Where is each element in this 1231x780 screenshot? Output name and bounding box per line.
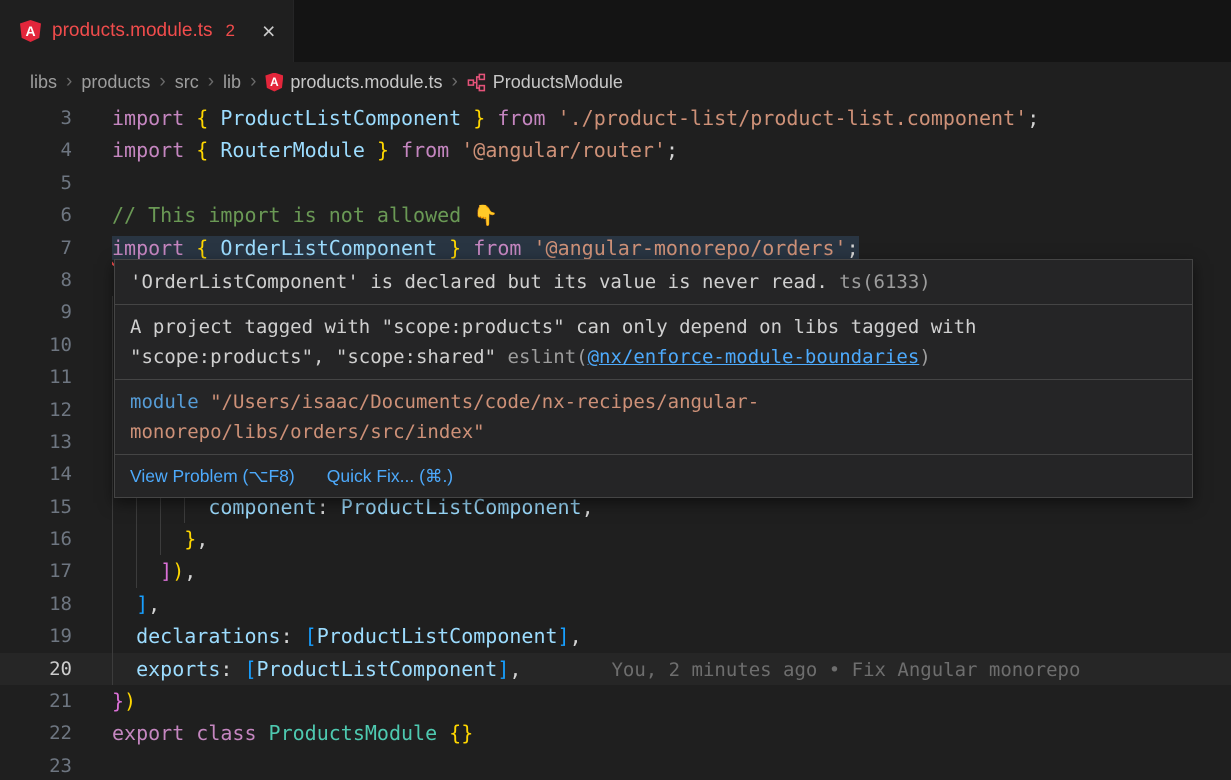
code-text[interactable]: exports: [ProductListComponent],You, 2 m…	[72, 653, 1231, 685]
breadcrumb-separator: ›	[66, 71, 72, 93]
angular-icon: A	[20, 20, 41, 42]
line-number: 15	[0, 491, 72, 523]
tab-products-module[interactable]: A products.module.ts 2 ×	[0, 0, 294, 62]
line-number: 6	[0, 199, 72, 231]
editor[interactable]: 3import { ProductListComponent } from '.…	[0, 102, 1231, 780]
indent-guide	[112, 523, 136, 555]
line-number: 5	[0, 167, 72, 199]
code-line[interactable]: 5	[0, 167, 1231, 199]
line-number: 17	[0, 555, 72, 587]
breadcrumb-item-productsmodule[interactable]: ProductsModule	[467, 72, 623, 93]
line-number: 9	[0, 296, 72, 328]
code-line[interactable]: 6// This import is not allowed 👇	[0, 199, 1231, 231]
line-number: 11	[0, 361, 72, 393]
line-number: 18	[0, 588, 72, 620]
breadcrumb-label: libs	[30, 72, 57, 93]
breadcrumb-label: products.module.ts	[290, 72, 442, 93]
tab-title: products.module.ts	[52, 20, 213, 42]
breadcrumb-label: products	[81, 72, 150, 93]
code-line[interactable]: 20exports: [ProductListComponent],You, 2…	[0, 653, 1231, 685]
eslint-rule-link[interactable]: @nx/enforce-module-boundaries	[588, 346, 920, 368]
code-text[interactable]: import { RouterModule } from '@angular/r…	[72, 134, 1231, 166]
eslint-error-message: A project tagged with "scope:products" c…	[115, 305, 1192, 380]
code-line[interactable]: 22export class ProductsModule {}	[0, 717, 1231, 749]
hover-actions: View Problem (⌥F8) Quick Fix... (⌘.)	[115, 455, 1192, 497]
code-text[interactable]: })	[72, 685, 1231, 717]
line-number: 23	[0, 750, 72, 780]
angular-icon: A	[265, 73, 283, 92]
breadcrumb: libs › products › src › lib › Aproducts.module.t…	[0, 62, 1231, 102]
line-number: 16	[0, 523, 72, 555]
ts-error-code: ts(6133)	[839, 271, 931, 293]
git-blame-annotation: You, 2 minutes ago • Fix Angular monorep…	[611, 659, 1080, 681]
module-symbol-icon	[467, 73, 486, 92]
code-text[interactable]: export class ProductsModule {}	[72, 717, 1231, 749]
line-number: 21	[0, 685, 72, 717]
breadcrumb-label: lib	[223, 72, 241, 93]
breadcrumb-label: src	[175, 72, 199, 93]
vscode-window: A products.module.ts 2 × libs › products › s…	[0, 0, 1231, 780]
code-text[interactable]: import { ProductListComponent } from './…	[72, 102, 1231, 134]
line-number: 13	[0, 426, 72, 458]
line-number: 4	[0, 134, 72, 166]
line-number: 22	[0, 717, 72, 749]
indent-guide	[112, 620, 136, 652]
ts-error-message: 'OrderListComponent' is declared but its…	[115, 260, 1192, 305]
code-text[interactable]	[72, 167, 1231, 199]
line-number: 14	[0, 458, 72, 490]
code-line[interactable]: 23	[0, 750, 1231, 780]
breadcrumb-separator: ›	[208, 71, 214, 93]
code-line[interactable]: 16},	[0, 523, 1231, 555]
tab-problem-count-badge: 2	[226, 21, 235, 41]
breadcrumb-item-lib[interactable]: lib	[223, 72, 241, 93]
breadcrumb-separator: ›	[250, 71, 256, 93]
indent-guide	[136, 523, 160, 555]
code-text[interactable]: },	[72, 523, 1231, 555]
breadcrumb-item-libs[interactable]: libs	[30, 72, 57, 93]
line-number: 10	[0, 329, 72, 361]
code-line[interactable]: 19declarations: [ProductListComponent],	[0, 620, 1231, 652]
indent-guide	[160, 523, 184, 555]
indent-guide	[112, 555, 136, 587]
hover-popup: 'OrderListComponent' is declared but its…	[114, 259, 1193, 498]
breadcrumb-separator: ›	[451, 71, 457, 93]
indent-guide	[112, 653, 136, 685]
code-line[interactable]: 3import { ProductListComponent } from '.…	[0, 102, 1231, 134]
line-number: 12	[0, 394, 72, 426]
error-underlined-code[interactable]: import { OrderListComponent } from '@ang…	[112, 236, 859, 260]
view-problem-action[interactable]: View Problem (⌥F8)	[130, 462, 295, 490]
close-icon[interactable]: ×	[262, 20, 275, 43]
module-path-info: module "/Users/isaac/Documents/code/nx-r…	[115, 380, 1192, 455]
code-text[interactable]: declarations: [ProductListComponent],	[72, 620, 1231, 652]
indent-guide	[112, 588, 136, 620]
breadcrumb-separator: ›	[159, 71, 165, 93]
line-number: 8	[0, 264, 72, 296]
breadcrumb-item-products-module-ts[interactable]: Aproducts.module.ts	[265, 72, 442, 93]
breadcrumb-item-products[interactable]: products	[81, 72, 150, 93]
line-number: 3	[0, 102, 72, 134]
quick-fix-action[interactable]: Quick Fix... (⌘.)	[327, 462, 453, 490]
line-number: 19	[0, 620, 72, 652]
code-text[interactable]: // This import is not allowed 👇	[72, 199, 1231, 231]
breadcrumb-label: ProductsModule	[493, 72, 623, 93]
code-text[interactable]: ],	[72, 588, 1231, 620]
line-number: 20	[0, 653, 72, 685]
code-text[interactable]	[72, 750, 1231, 780]
code-line[interactable]: 4import { RouterModule } from '@angular/…	[0, 134, 1231, 166]
code-text[interactable]: ]),	[72, 555, 1231, 587]
breadcrumb-item-src[interactable]: src	[175, 72, 199, 93]
code-line[interactable]: 21})	[0, 685, 1231, 717]
code-line[interactable]: 17]),	[0, 555, 1231, 587]
code-line[interactable]: 18],	[0, 588, 1231, 620]
tab-bar: A products.module.ts 2 ×	[0, 0, 1231, 62]
indent-guide	[136, 555, 160, 587]
line-number: 7	[0, 232, 72, 264]
